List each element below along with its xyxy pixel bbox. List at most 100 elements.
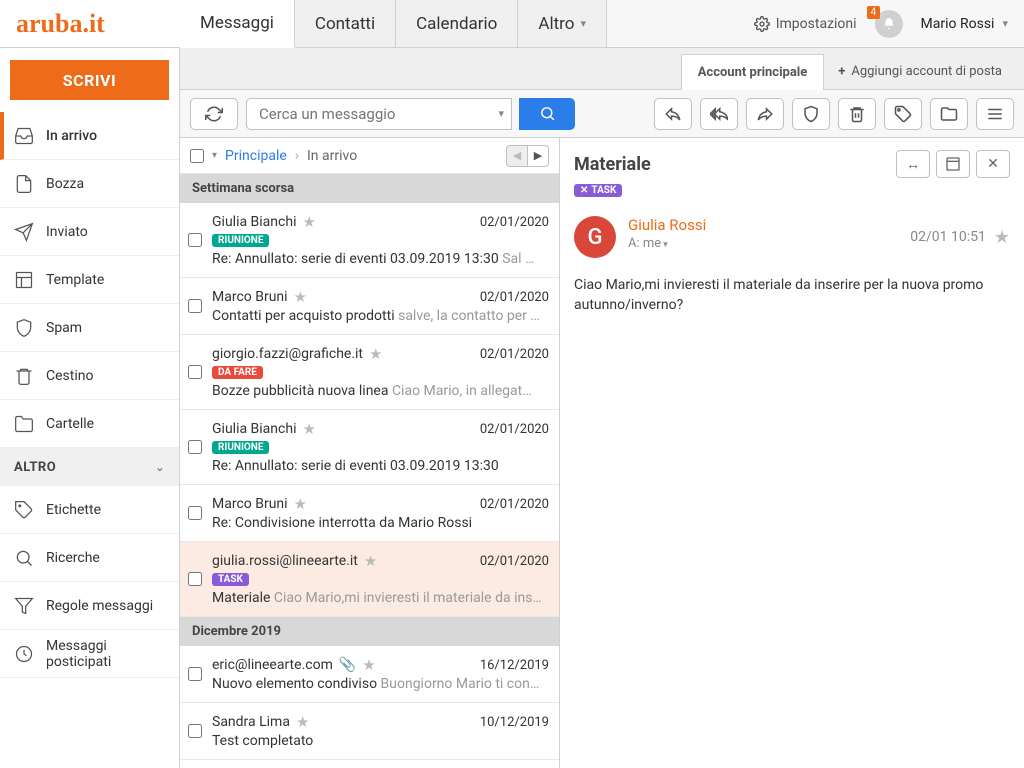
message-subject: Nuovo elemento condiviso Buongiorno Mari… bbox=[212, 676, 549, 692]
message-date: 02/01 10:51 ★ bbox=[910, 216, 1010, 258]
user-menu[interactable]: Mario Rossi ▾ bbox=[921, 16, 1008, 32]
message-date: 02/01/2020 bbox=[480, 554, 549, 569]
notifications[interactable]: 4 bbox=[875, 10, 903, 38]
message-tag: DA FARE bbox=[212, 366, 263, 379]
star-icon[interactable]: ★ bbox=[294, 288, 307, 306]
sidebar-item-spam[interactable]: Spam bbox=[0, 304, 179, 352]
tab-messaggi[interactable]: Messaggi bbox=[180, 0, 295, 48]
account-main-tab[interactable]: Account principale bbox=[681, 54, 825, 90]
header-right: Impostazioni 4 Mario Rossi ▾ bbox=[754, 0, 1024, 47]
message-row[interactable]: giorgio.fazzi@grafiche.it ★ 02/01/2020 DA F… bbox=[180, 335, 559, 410]
message-checkbox[interactable] bbox=[188, 724, 202, 738]
tag-button[interactable] bbox=[884, 98, 922, 130]
spam-icon bbox=[14, 318, 34, 338]
reply-button[interactable] bbox=[654, 98, 692, 130]
forward-button[interactable] bbox=[746, 98, 784, 130]
message-checkbox[interactable] bbox=[188, 506, 202, 520]
search-icon bbox=[539, 105, 556, 122]
star-icon[interactable]: ★ bbox=[294, 495, 307, 513]
sidebar-item-label: Messaggi posticipati bbox=[46, 638, 165, 670]
reply-icon bbox=[664, 105, 682, 123]
toolbar: ▾ bbox=[180, 90, 1024, 138]
message-from: Marco Bruni bbox=[212, 496, 288, 512]
message-row[interactable]: Giulia Bianchi★02/01/2020RIUNIONERe: Ann… bbox=[180, 203, 559, 278]
close-button[interactable]: ✕ bbox=[976, 150, 1010, 178]
account-bar: Account principale + Aggiungi account di… bbox=[180, 48, 1024, 90]
expand-button[interactable]: ↔ bbox=[896, 150, 930, 178]
message-subject: Bozze pubblicità nuova linea Ciao Mario,… bbox=[212, 383, 549, 399]
message-list-pane: ▾ Principale › In arrivo ◀ ▶ Settimana s… bbox=[180, 138, 560, 768]
next-button[interactable]: ▶ bbox=[527, 145, 549, 167]
message-row[interactable]: eric@lineearte.com📎★16/12/2019Nuovo elem… bbox=[180, 646, 559, 703]
star-icon[interactable]: ★ bbox=[362, 656, 375, 674]
message-subject: Materiale Ciao Mario,mi invieresti il ma… bbox=[212, 590, 549, 606]
archive-button[interactable] bbox=[930, 98, 968, 130]
message-checkbox[interactable] bbox=[188, 667, 202, 681]
compose-button[interactable]: SCRIVI bbox=[10, 60, 169, 100]
clock-icon bbox=[14, 644, 34, 664]
message-row[interactable]: Marco Bruni★02/01/2020Re: Condivisione i… bbox=[180, 485, 559, 542]
sidebar-item-sent[interactable]: Inviato bbox=[0, 208, 179, 256]
sidebar: SCRIVI In arrivoBozzaInviatoTemplateSpam… bbox=[0, 48, 180, 768]
message-subject: Contatti per acquisto prodotti salve, la… bbox=[212, 308, 549, 324]
message-checkbox[interactable] bbox=[188, 440, 202, 454]
refresh-button[interactable] bbox=[190, 98, 238, 130]
message-checkbox[interactable] bbox=[188, 233, 202, 247]
tab-calendario[interactable]: Calendario bbox=[396, 0, 518, 47]
search-button[interactable] bbox=[519, 98, 575, 130]
star-icon[interactable]: ★ bbox=[994, 227, 1010, 248]
recipients[interactable]: A: me▾ bbox=[628, 236, 898, 251]
tab-altro[interactable]: Altro▾ bbox=[518, 0, 607, 47]
chevron-down-icon: ▾ bbox=[1002, 17, 1008, 30]
sidebar-item-draft[interactable]: Bozza bbox=[0, 160, 179, 208]
select-all-checkbox[interactable] bbox=[190, 149, 204, 163]
message-row[interactable]: Sandra Lima★10/12/2019Test completato bbox=[180, 703, 559, 760]
sidebar-item-trash[interactable]: Cestino bbox=[0, 352, 179, 400]
sidebar-item-inbox[interactable]: In arrivo bbox=[0, 112, 179, 160]
sidebar-item-label: Regole messaggi bbox=[46, 598, 153, 614]
sidebar-item-folder[interactable]: Cartelle bbox=[0, 400, 179, 448]
reply-all-button[interactable] bbox=[700, 98, 738, 130]
star-icon[interactable]: ★ bbox=[302, 213, 315, 231]
search-input[interactable] bbox=[246, 98, 512, 130]
message-tag: RIUNIONE bbox=[212, 441, 269, 454]
trash-icon bbox=[848, 105, 866, 123]
breadcrumb-root[interactable]: Principale bbox=[225, 148, 287, 164]
sidebar-item-search[interactable]: Ricerche bbox=[0, 534, 179, 582]
sidebar-item-filter[interactable]: Regole messaggi bbox=[0, 582, 179, 630]
sidebar-item-tag[interactable]: Etichette bbox=[0, 486, 179, 534]
message-date: 02/01/2020 bbox=[480, 422, 549, 437]
prev-button[interactable]: ◀ bbox=[506, 145, 528, 167]
more-button[interactable] bbox=[976, 98, 1014, 130]
star-icon[interactable]: ★ bbox=[296, 713, 309, 731]
message-subject: Materiale bbox=[574, 154, 651, 175]
star-icon[interactable]: ★ bbox=[369, 345, 382, 363]
star-icon[interactable]: ★ bbox=[302, 420, 315, 438]
avatar: G bbox=[574, 216, 616, 258]
message-row[interactable]: Giulia Bianchi★02/01/2020RIUNIONERe: Ann… bbox=[180, 410, 559, 485]
app-header: aruba.it Messaggi Contatti Calendario Al… bbox=[0, 0, 1024, 48]
add-account-button[interactable]: + Aggiungi account di posta bbox=[824, 54, 1016, 89]
message-checkbox[interactable] bbox=[188, 572, 202, 586]
message-row[interactable]: Marco Bruni★02/01/2020Contatti per acqui… bbox=[180, 278, 559, 335]
message-checkbox[interactable] bbox=[188, 299, 202, 313]
sidebar-section-altro[interactable]: ALTRO ⌄ bbox=[0, 448, 179, 486]
star-icon[interactable]: ★ bbox=[364, 552, 377, 570]
settings-link[interactable]: Impostazioni bbox=[754, 16, 857, 32]
message-date: 02/01/2020 bbox=[480, 347, 549, 362]
spam-button[interactable] bbox=[792, 98, 830, 130]
message-from: giorgio.fazzi@grafiche.it bbox=[212, 346, 363, 362]
message-tag: RIUNIONE bbox=[212, 234, 269, 247]
message-date: 16/12/2019 bbox=[480, 658, 549, 673]
group-header: Dicembre 2019 bbox=[180, 617, 559, 646]
sender-name[interactable]: Giulia Rossi bbox=[628, 216, 898, 234]
delete-button[interactable] bbox=[838, 98, 876, 130]
chevron-down-icon[interactable]: ▾ bbox=[212, 150, 217, 161]
sidebar-item-clock[interactable]: Messaggi posticipati bbox=[0, 630, 179, 678]
popout-button[interactable] bbox=[936, 150, 970, 178]
sidebar-item-template[interactable]: Template bbox=[0, 256, 179, 304]
tab-contatti[interactable]: Contatti bbox=[295, 0, 396, 47]
message-row[interactable]: giulia.rossi@lineearte.it★02/01/2020TASK… bbox=[180, 542, 559, 617]
message-checkbox[interactable] bbox=[188, 365, 202, 379]
reply-all-icon bbox=[710, 105, 728, 123]
